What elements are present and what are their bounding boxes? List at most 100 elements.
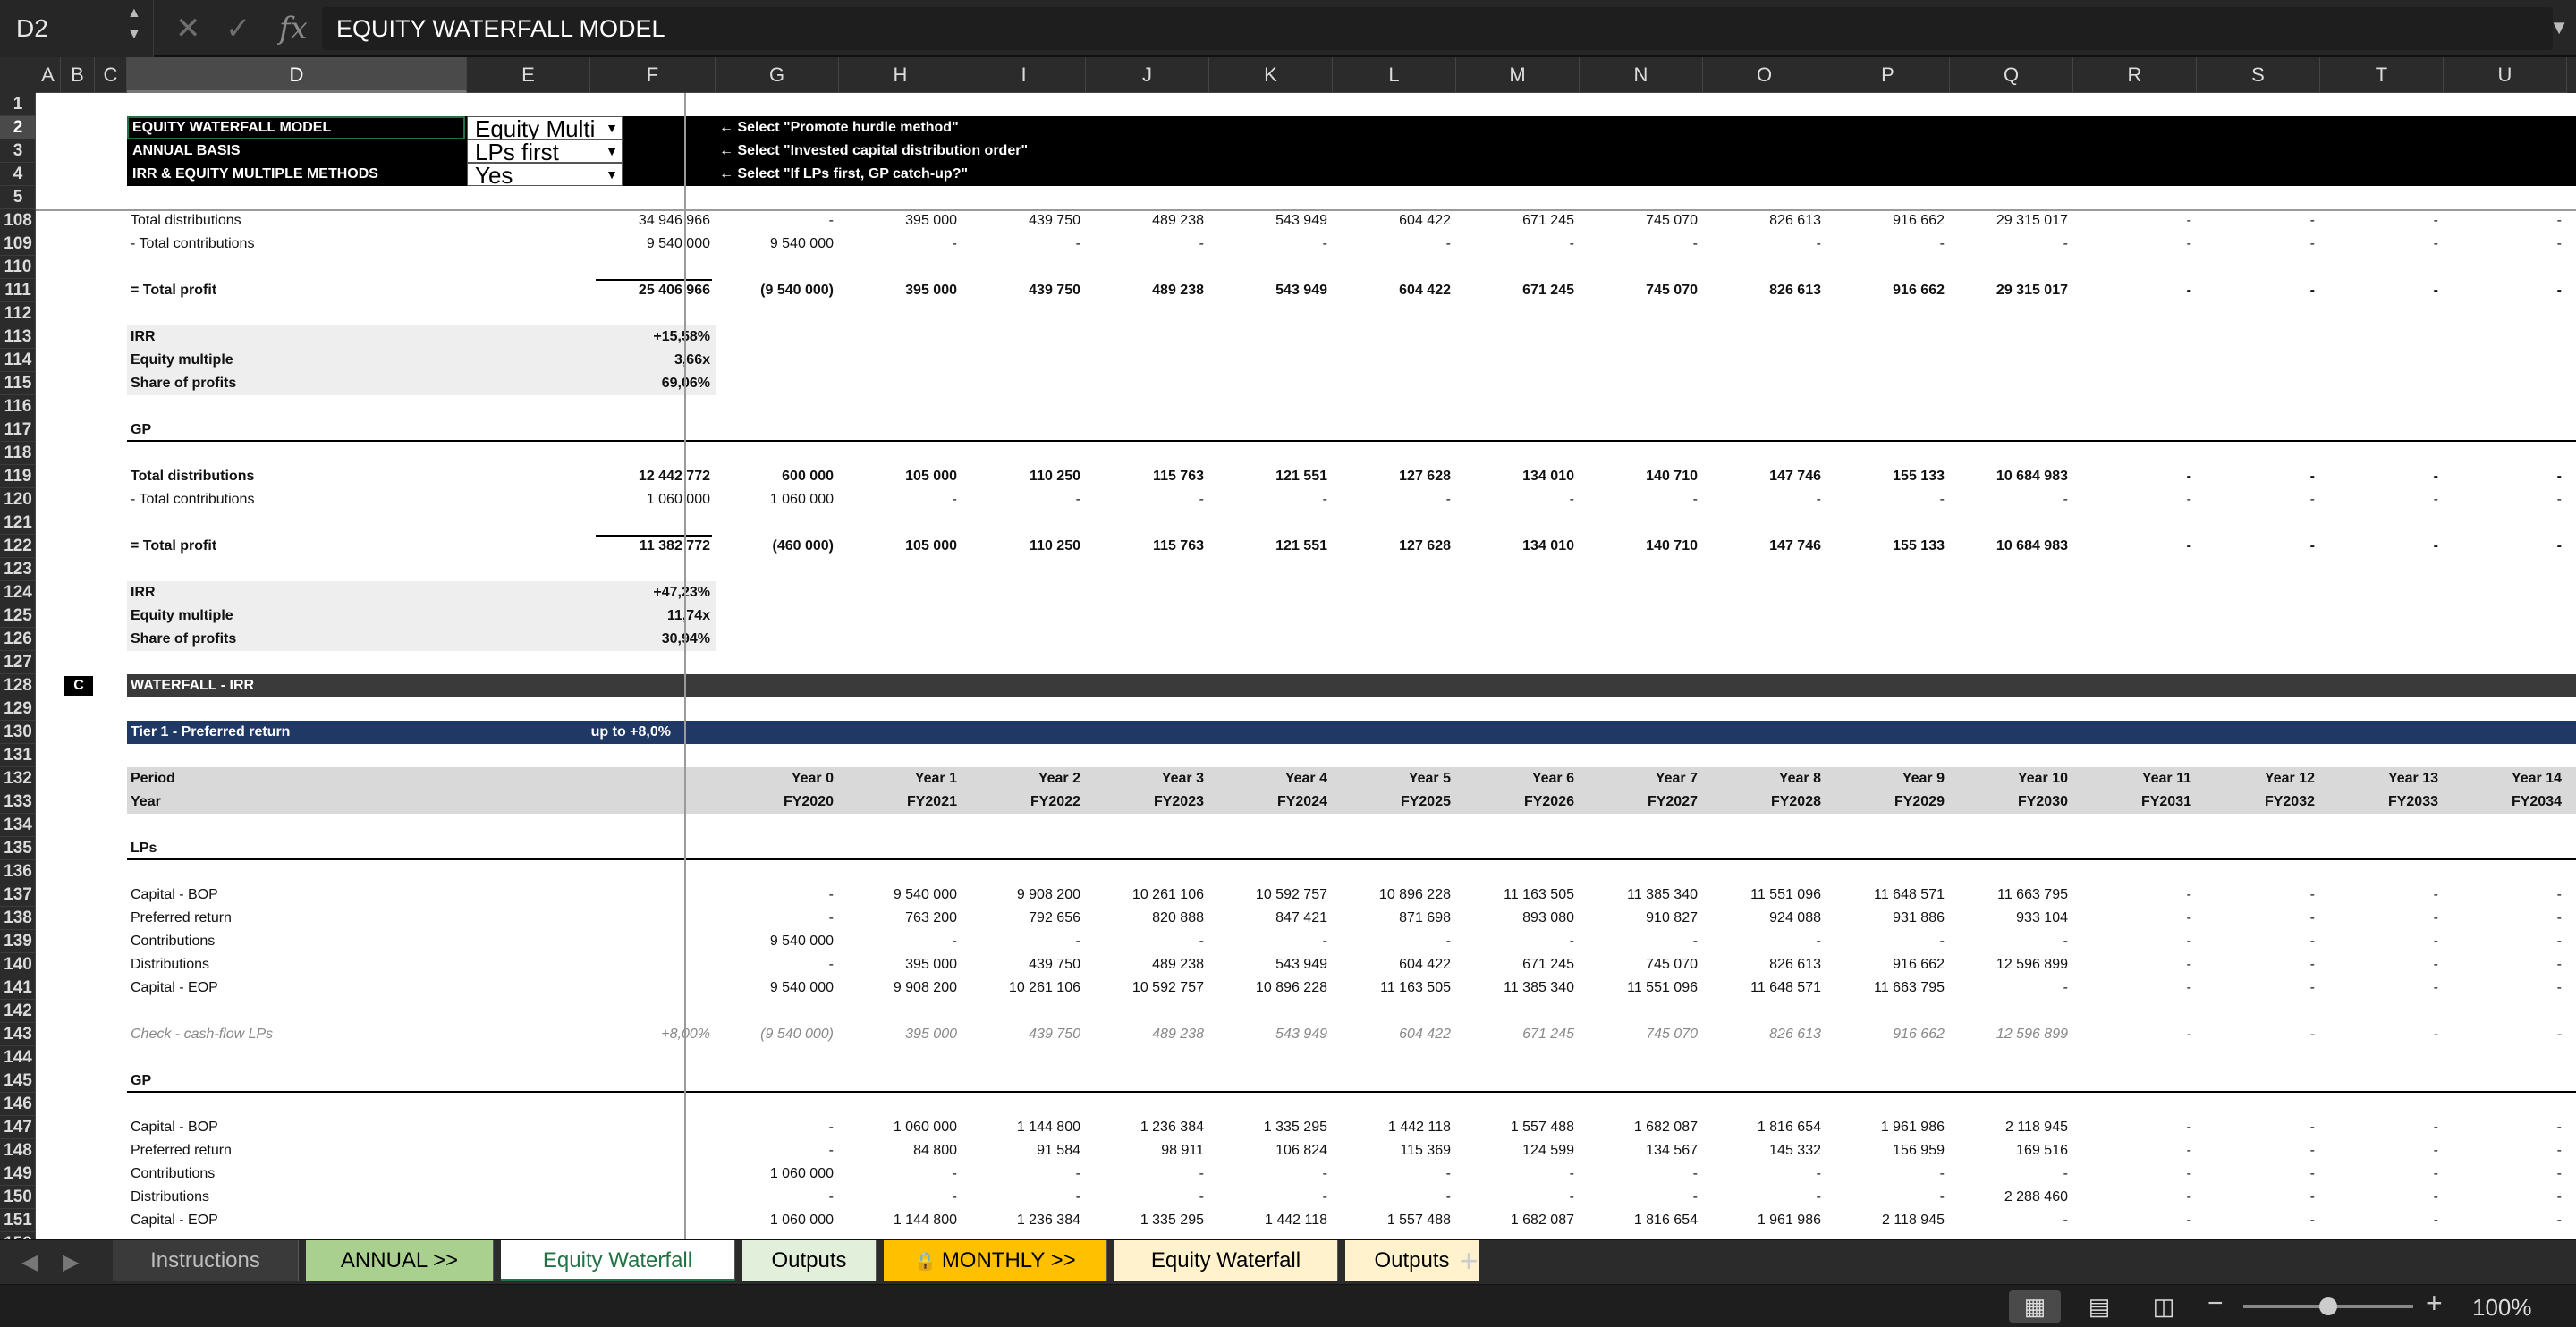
period-cell[interactable]: Year 13: [2320, 767, 2438, 790]
value-cell[interactable]: -: [2320, 488, 2438, 511]
value-cell[interactable]: 134 567: [1580, 1139, 1698, 1162]
sheet-tab[interactable]: Equity Waterfall: [501, 1240, 735, 1281]
value-cell[interactable]: -: [2444, 279, 2562, 302]
value-cell[interactable]: 2 118 945: [1950, 1116, 2068, 1139]
value-cell[interactable]: 155 133: [1826, 535, 1945, 558]
value-cell[interactable]: -: [2320, 535, 2438, 558]
value-cell[interactable]: -: [962, 232, 1080, 256]
row-header-147[interactable]: 147: [0, 1116, 36, 1139]
value-cell[interactable]: 1 557 488: [1456, 1116, 1574, 1139]
value-cell[interactable]: 1 060 000: [716, 1162, 834, 1186]
value-cell[interactable]: 489 238: [1086, 953, 1204, 976]
value-cell[interactable]: 11 163 505: [1456, 883, 1574, 907]
value-cell[interactable]: 916 662: [1826, 279, 1945, 302]
value-cell[interactable]: 933 104: [1950, 907, 2068, 930]
period-cell[interactable]: Year 5: [1333, 767, 1451, 790]
value-cell[interactable]: 10 684 983: [1950, 465, 2068, 488]
value-cell[interactable]: -: [1086, 1186, 1204, 1209]
value-cell[interactable]: -: [2444, 232, 2562, 256]
column-header-i[interactable]: I: [962, 57, 1086, 93]
value-cell[interactable]: -: [2320, 1023, 2438, 1046]
value-cell[interactable]: -: [2073, 1116, 2191, 1139]
value-cell[interactable]: -: [716, 1116, 834, 1139]
section-label[interactable]: GP: [131, 1069, 470, 1093]
row-header-120[interactable]: 120: [0, 488, 36, 511]
row-header-113[interactable]: 113: [0, 325, 36, 349]
value-cell[interactable]: 134 010: [1456, 465, 1574, 488]
value-cell[interactable]: -: [1580, 232, 1698, 256]
row-header-115[interactable]: 115: [0, 372, 36, 395]
row-label[interactable]: Distributions: [131, 953, 463, 976]
value-cell[interactable]: -: [2320, 1186, 2438, 1209]
value-cell[interactable]: -: [2197, 535, 2315, 558]
value-cell[interactable]: 604 422: [1333, 279, 1451, 302]
row-header-108[interactable]: 108: [0, 209, 36, 232]
value-cell[interactable]: -: [716, 907, 834, 930]
column-header-o[interactable]: O: [1703, 57, 1826, 93]
value-cell[interactable]: 29 315 017: [1950, 209, 2068, 232]
sheet-tab[interactable]: Instructions: [113, 1240, 299, 1281]
value-cell[interactable]: 11 648 571: [1826, 883, 1945, 907]
value-cell[interactable]: 439 750: [962, 1023, 1080, 1046]
row-total[interactable]: 1 060 000: [590, 488, 710, 511]
value-cell[interactable]: 600 000: [716, 465, 834, 488]
value-cell[interactable]: 156 959: [1826, 1139, 1945, 1162]
row-header-123[interactable]: 123: [0, 558, 36, 581]
value-cell[interactable]: 745 070: [1580, 953, 1698, 976]
period-cell[interactable]: Year 12: [2197, 767, 2315, 790]
value-cell[interactable]: -: [2444, 1116, 2562, 1139]
period-cell[interactable]: Year 3: [1086, 767, 1204, 790]
row-label[interactable]: Total distributions: [131, 209, 463, 232]
period-cell[interactable]: Year 14: [2444, 767, 2562, 790]
expand-formula-bar-icon[interactable]: ▼: [2549, 16, 2569, 39]
value-cell[interactable]: -: [962, 1162, 1080, 1186]
value-cell[interactable]: 2 288 460: [1950, 1186, 2068, 1209]
value-cell[interactable]: -: [1950, 232, 2068, 256]
value-cell[interactable]: -: [839, 1186, 957, 1209]
row-header-116[interactable]: 116: [0, 395, 36, 418]
value-cell[interactable]: -: [2197, 1186, 2315, 1209]
tier-value[interactable]: up to +8,0%: [467, 721, 671, 744]
value-cell[interactable]: 543 949: [1209, 1023, 1327, 1046]
period-cell[interactable]: Year 2: [962, 767, 1080, 790]
period-cell[interactable]: Year 7: [1580, 767, 1698, 790]
row-header-121[interactable]: 121: [0, 511, 36, 535]
value-cell[interactable]: -: [839, 930, 957, 953]
value-cell[interactable]: 10 684 983: [1950, 535, 2068, 558]
row-label[interactable]: Capital - BOP: [131, 1116, 463, 1139]
value-cell[interactable]: -: [2444, 1209, 2562, 1232]
value-cell[interactable]: -: [716, 1139, 834, 1162]
value-cell[interactable]: 671 245: [1456, 209, 1574, 232]
value-cell[interactable]: -: [1703, 488, 1821, 511]
row-header-137[interactable]: 137: [0, 883, 36, 907]
value-cell[interactable]: 1 961 986: [1826, 1116, 1945, 1139]
value-cell[interactable]: 10 261 106: [962, 976, 1080, 1000]
value-cell[interactable]: -: [2444, 907, 2562, 930]
value-cell[interactable]: -: [2073, 279, 2191, 302]
value-cell[interactable]: 140 710: [1580, 465, 1698, 488]
value-cell[interactable]: -: [2444, 1139, 2562, 1162]
value-cell[interactable]: 1 335 295: [1209, 1116, 1327, 1139]
value-cell[interactable]: 439 750: [962, 209, 1080, 232]
value-cell[interactable]: -: [2197, 930, 2315, 953]
value-cell[interactable]: 543 949: [1209, 209, 1327, 232]
chevron-down-icon[interactable]: ▼: [606, 164, 618, 185]
value-cell[interactable]: -: [2444, 1186, 2562, 1209]
period-cell[interactable]: Year 4: [1209, 767, 1327, 790]
value-cell[interactable]: -: [2073, 1023, 2191, 1046]
row-header-118[interactable]: 118: [0, 442, 36, 465]
value-cell[interactable]: -: [2320, 232, 2438, 256]
row-label[interactable]: - Total contributions: [131, 488, 463, 511]
value-cell[interactable]: 12 596 899: [1950, 953, 2068, 976]
value-cell[interactable]: 1 060 000: [716, 1209, 834, 1232]
value-cell[interactable]: -: [2197, 465, 2315, 488]
row-header-146[interactable]: 146: [0, 1093, 36, 1116]
value-cell[interactable]: -: [962, 930, 1080, 953]
value-cell[interactable]: -: [2320, 953, 2438, 976]
value-cell[interactable]: 604 422: [1333, 1023, 1451, 1046]
value-cell[interactable]: 745 070: [1580, 1023, 1698, 1046]
year-cell[interactable]: FY2020: [716, 790, 834, 814]
row-header-110[interactable]: 110: [0, 256, 36, 279]
year-cell[interactable]: FY2022: [962, 790, 1080, 814]
normal-view-icon[interactable]: ▦: [2009, 1290, 2061, 1323]
